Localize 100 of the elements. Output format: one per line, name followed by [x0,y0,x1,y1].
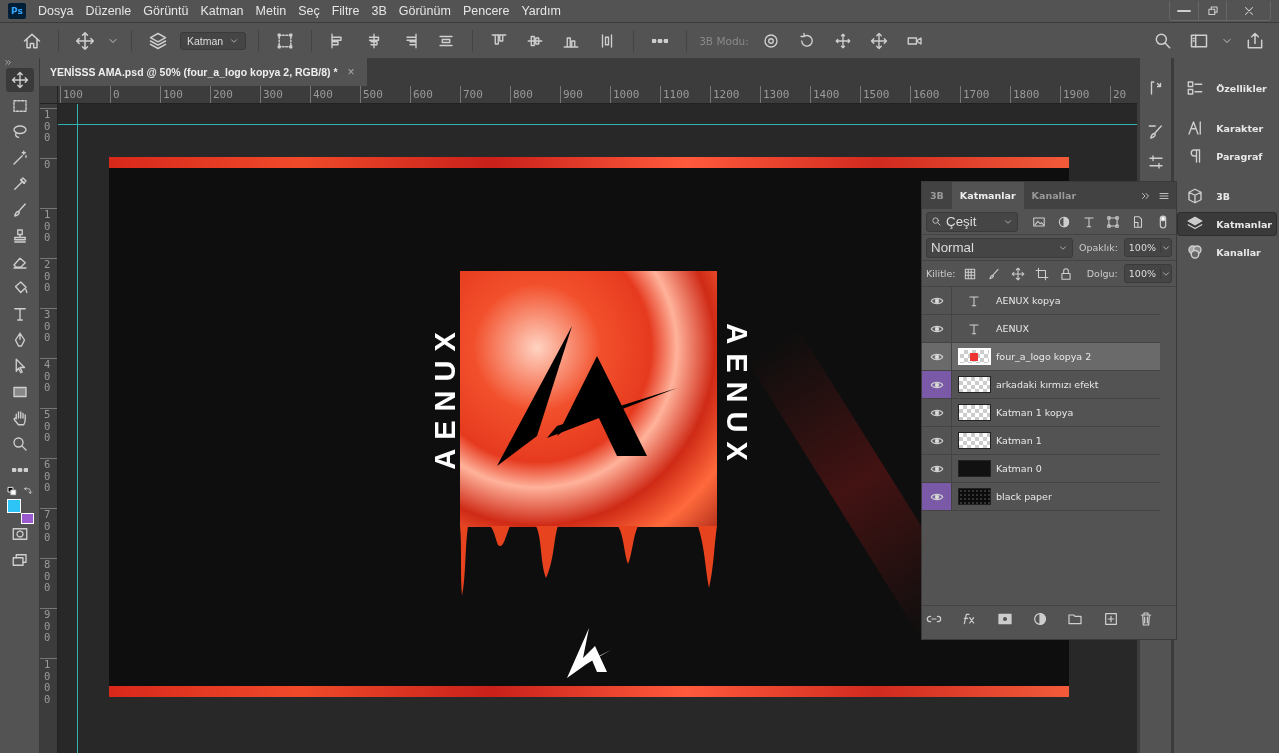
ruler-label: 1000 [44,659,52,706]
ruler-label: 1400 [810,86,860,103]
pan-icon [833,31,852,50]
lasso-icon [10,123,29,141]
ruler-label: 700 [44,509,52,544]
layer-name: four_a_logo kopya 2 [996,351,1092,362]
layer-name: AENUX [996,323,1030,334]
background-color-swatch[interactable] [20,513,34,524]
minimize-icon [1177,9,1191,12]
panel-tab[interactable]: Katmanlar [951,182,1024,209]
layer-row[interactable]: arkadaki kırmızı efekt [922,371,1160,399]
panel-button[interactable]: Karakter [1177,116,1277,140]
orbit-icon [761,31,780,50]
move-icon [75,30,95,51]
ruler-label: 1000 [610,86,660,103]
tool-button[interactable] [5,68,34,92]
layer-row[interactable]: AENUX [922,315,1160,343]
app-logo: Ps [8,3,26,19]
ruler-label: 0 [44,159,52,171]
menu-item[interactable]: Filtre [325,4,366,18]
layer-name: arkadaki kırmızı efekt [996,379,1099,390]
layer-row[interactable]: Katman 1 kopya [922,399,1160,427]
ruler-label: 600 [410,86,460,103]
panel-button[interactable]: 3B [1177,184,1277,208]
ruler-label: 500 [44,409,52,444]
filter-dropdown[interactable]: Çeşit [926,211,1018,232]
menu-item[interactable]: Yardım [515,4,567,18]
opacity-field[interactable]: 100% [1123,238,1172,257]
blend-mode-dropdown[interactable]: Normal [926,237,1073,258]
restore-icon [1205,3,1220,18]
checker-icon [963,266,978,281]
tab-close-button[interactable]: × [347,65,355,79]
lock-icon [1058,266,1073,281]
ruler-label: 1500 [860,86,910,103]
panel-button[interactable]: Özellikler [1177,76,1277,100]
menu-item[interactable]: Düzenle [79,4,138,18]
layer-name: Katman 1 kopya [996,407,1074,418]
menu-item[interactable]: Görüntü [137,4,195,18]
auto-select-dropdown[interactable]: Katman [180,31,247,50]
panel-button[interactable]: Kanallar [1177,240,1277,264]
fill-field[interactable]: 100% [1123,264,1172,283]
panel-button[interactable]: Paragraf [1177,144,1277,168]
ruler-label: 600 [44,459,52,494]
ruler-label: 100 [44,209,52,244]
rotate-icon [797,31,816,50]
layer-name: Katman 1 [996,435,1042,446]
visibility-toggle[interactable] [922,371,952,398]
layer-row[interactable]: Katman 1 [922,427,1160,455]
menu-item[interactable]: Pencere [456,4,516,18]
text-layer-icon [967,321,981,336]
quickmask-icon [10,525,29,543]
layer-name: AENUX kopya [996,295,1061,306]
zoom-icon [10,435,29,453]
lock-label: Kilitle: [926,268,956,279]
ruler-label: 1200 [710,86,760,103]
ruler-label: 800 [510,86,560,103]
smart-icon [1131,214,1145,229]
ruler-label: 300 [260,86,310,103]
share-icon [1245,30,1265,51]
image-icon [1032,214,1047,229]
marquee-icon [10,97,29,115]
ruler-label: 1100 [660,86,710,103]
menu-item[interactable]: 3B [365,4,393,18]
layer-row[interactable]: AENUX kopya [922,287,1160,315]
more-icon [11,468,28,472]
swap-colors-icon [21,486,33,497]
move-tool-icon [10,71,29,89]
document-tab[interactable]: YENİSSS AMA.psd @ 50% (four_a_logo kopya 2, RGB/8) * × [40,58,367,86]
crop-icon [1035,266,1049,281]
default-colors-icon [6,486,18,497]
layer-row[interactable]: four_a_logo kopya 2 [922,343,1160,371]
layer-thumbnail [957,376,991,393]
sliders-icon [1146,153,1165,171]
ruler-label: 0 [110,86,160,103]
menu-item[interactable]: Metin [249,4,293,18]
ruler-label: 200 [210,86,260,103]
layer-row[interactable]: black paper [922,483,1160,511]
menu-item[interactable]: Katman [194,4,250,18]
layer-name: Katman 0 [996,463,1042,474]
brush-icon [987,266,1002,281]
layer-thumbnail [957,488,991,505]
ruler-label: 700 [460,86,510,103]
menu-item[interactable]: Dosya [32,4,80,18]
visibility-toggle[interactable] [922,483,952,510]
ruler-label: 300 [44,309,52,344]
brushes-icon [1146,123,1165,141]
panel-button[interactable]: Katmanlar [1177,212,1277,236]
menu-item[interactable]: Seç [292,4,326,18]
ruler-label: 900 [44,609,52,644]
cube-icon [1186,187,1205,205]
panel-tab[interactable]: 3B [922,182,952,209]
type-icon [1081,214,1096,229]
ruler-label: 500 [360,86,410,103]
ruler-label: 100 [60,86,110,103]
foreground-color-swatch[interactable] [6,499,21,513]
panel-tab[interactable]: Kanallar [1023,182,1085,209]
ruler-label: 200 [44,259,52,294]
layer-row[interactable]: Katman 0 [922,455,1160,483]
canvas-text: AENUX [428,323,462,470]
menu-item[interactable]: Görünüm [392,4,457,18]
